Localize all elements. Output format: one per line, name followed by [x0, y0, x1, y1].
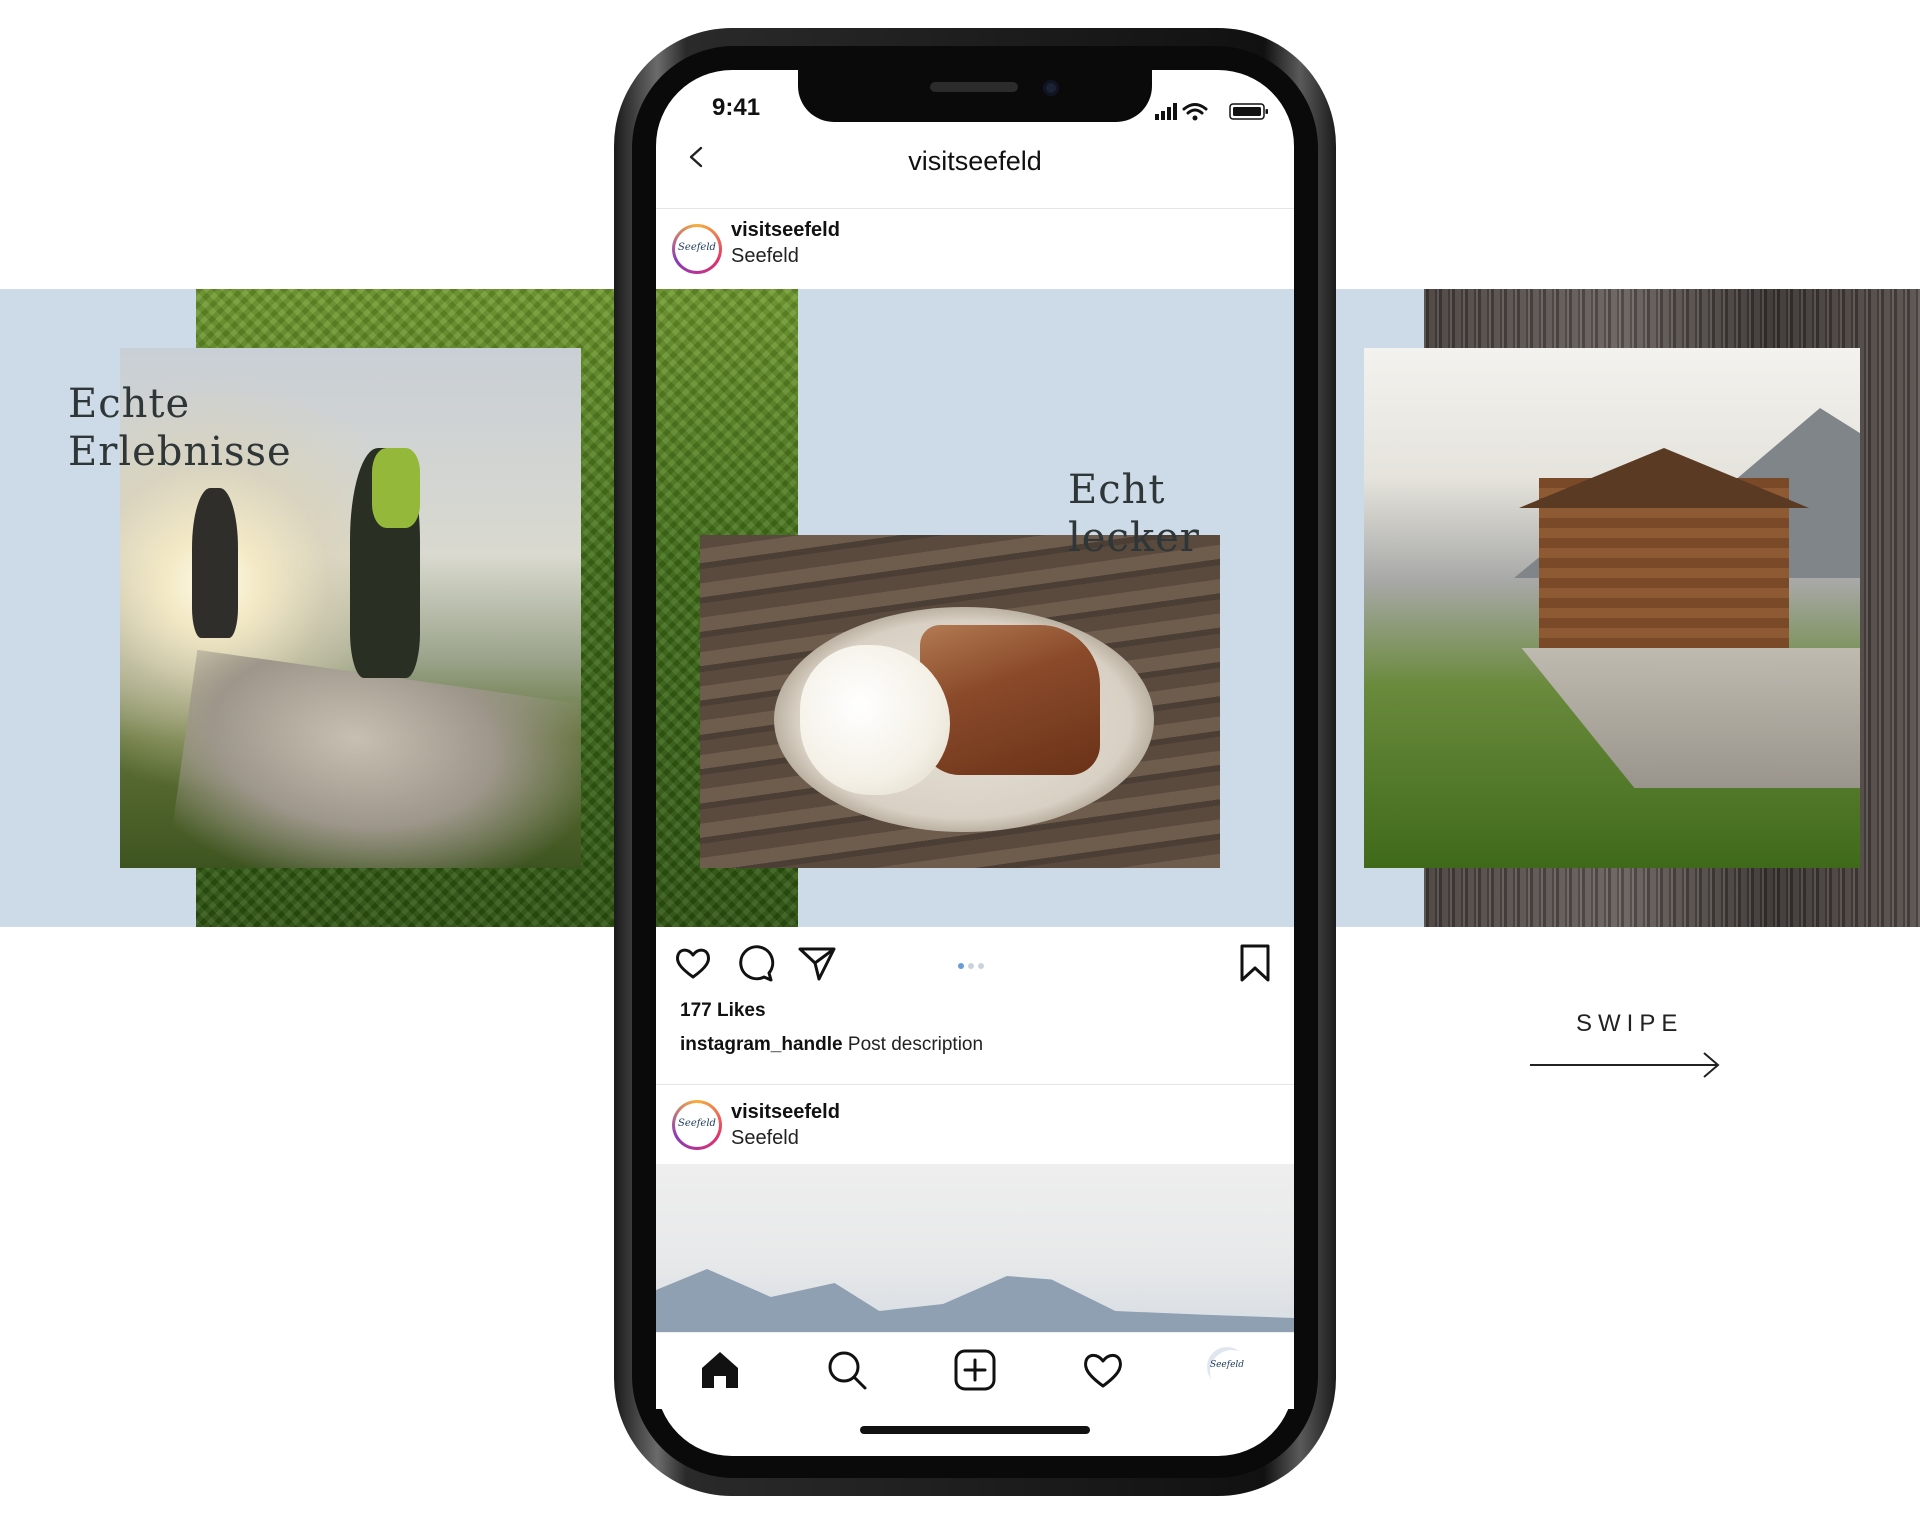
- status-icons: [1155, 103, 1268, 121]
- share-send-icon[interactable]: [797, 943, 837, 983]
- add-post-icon[interactable]: [953, 1348, 997, 1392]
- bookmark-icon[interactable]: [1235, 943, 1275, 983]
- caption-handle[interactable]: instagram_handle: [680, 1034, 843, 1055]
- battery-icon: [1229, 103, 1268, 120]
- post-divider: [656, 1084, 1294, 1085]
- status-time: 9:41: [712, 94, 761, 121]
- cake-photo: [700, 535, 1220, 868]
- post-avatar[interactable]: Seefeld: [672, 224, 722, 274]
- post-header: Seefeld visitseefeld Seefeld: [656, 209, 1294, 289]
- avatar-logo-text: Seefeld: [678, 1118, 716, 1129]
- avatar-logo-text: Seefeld: [678, 242, 716, 253]
- profile-tab-avatar[interactable]: Seefeld: [1207, 1347, 1254, 1394]
- comment-icon[interactable]: [735, 943, 775, 983]
- post-username[interactable]: visitseefeld: [731, 219, 840, 242]
- search-icon[interactable]: [825, 1348, 869, 1392]
- next-post-photo[interactable]: [656, 1164, 1294, 1332]
- wifi-icon: [1182, 103, 1208, 115]
- signal-icon: [1155, 103, 1177, 120]
- next-post-avatar[interactable]: Seefeld: [672, 1100, 722, 1150]
- like-heart-icon[interactable]: [673, 943, 713, 983]
- arrow-right-icon: [1530, 1052, 1720, 1078]
- swipe-label: SWIPE: [1576, 1010, 1684, 1037]
- likes-count[interactable]: 177 Likes: [680, 1000, 766, 1022]
- phone-notch: [798, 70, 1152, 122]
- next-post-username[interactable]: visitseefeld: [731, 1101, 840, 1124]
- post-location[interactable]: Seefeld: [731, 245, 799, 268]
- front-camera: [1043, 80, 1059, 96]
- carousel-indicator: [958, 956, 988, 974]
- post-caption: instagram_handle Post description: [680, 1034, 983, 1056]
- slide-title-line: lecker: [1068, 515, 1200, 561]
- slide-title-lecker: Echt lecker: [1068, 466, 1200, 562]
- next-post-location[interactable]: Seefeld: [731, 1127, 799, 1150]
- slide-title-line: Echte: [68, 381, 191, 427]
- slide-title-line: Erlebnisse: [68, 429, 292, 475]
- avatar-logo-text: Seefeld: [1209, 1360, 1245, 1370]
- activity-heart-icon[interactable]: [1081, 1348, 1125, 1392]
- profile-nav-title: visitseefeld: [908, 146, 1042, 176]
- slide-title-line: Echt: [1068, 467, 1166, 513]
- alpine-hut-photo: [1364, 348, 1860, 868]
- home-indicator[interactable]: [860, 1426, 1090, 1434]
- caption-text: Post description: [847, 1034, 984, 1055]
- phone-speaker: [930, 82, 1018, 92]
- next-post-header: Seefeld visitseefeld Seefeld: [656, 1092, 1294, 1172]
- home-icon[interactable]: [698, 1348, 742, 1392]
- slide-title-erlebnisse: Echte Erlebnisse: [68, 380, 292, 476]
